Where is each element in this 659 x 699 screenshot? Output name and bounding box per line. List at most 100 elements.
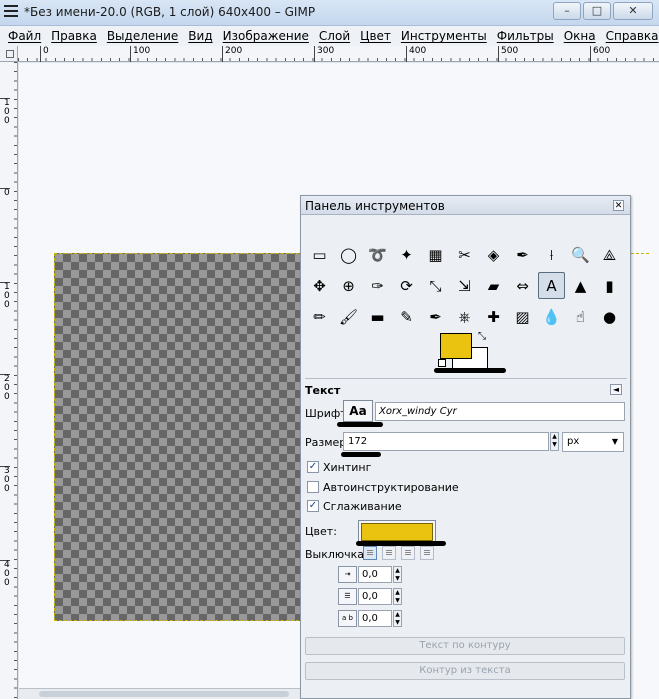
color-picker-icon[interactable]: ⟊ — [538, 241, 565, 268]
font-picker-button[interactable]: Aa — [343, 400, 373, 422]
measure-icon[interactable]: ⟁ — [596, 241, 623, 268]
scrollbar-thumb[interactable] — [39, 691, 289, 697]
window-titlebar: *Без имени-20.0 (RGB, 1 слой) 640x400 – … — [0, 0, 659, 26]
free-select-icon[interactable]: ➰ — [364, 241, 391, 268]
toolbox-panel: Панель инструментов ✕ ▭ ◯ ➰ ✦ ▦ ✂ ◈ ✒ ⟊ 🔍 ⟁ ✥ ⊕ ✑ ⟳ ⤡ ⇲ ▰… — [300, 195, 631, 699]
rotate-icon[interactable]: ⟳ — [393, 272, 420, 299]
redaction-mark — [337, 422, 383, 427]
path-from-text-button[interactable]: Контур из текста — [305, 662, 625, 680]
justify-left-button[interactable] — [363, 546, 377, 560]
menu-colors[interactable]: Цвет — [360, 26, 391, 46]
unit-value: px — [567, 436, 580, 447]
ellipse-select-icon[interactable]: ◯ — [335, 241, 362, 268]
close-button[interactable]: ✕ — [613, 2, 653, 20]
menu-file[interactable]: Файл — [8, 26, 41, 46]
swap-colors-icon[interactable]: ⤡ — [478, 331, 486, 342]
vertical-ruler[interactable]: 100 0 100 200 300 400 — [0, 62, 18, 699]
crop-icon[interactable]: ✑ — [364, 272, 391, 299]
redaction-mark — [434, 368, 506, 373]
airbrush-icon[interactable]: ✎ — [393, 303, 420, 330]
ruler-tick-label: 300 — [314, 46, 334, 62]
pencil-icon[interactable]: ✏ — [306, 303, 333, 330]
menu-help[interactable]: Справка — [606, 26, 659, 46]
justify-right-button[interactable] — [382, 546, 396, 560]
indent-icon: ⇥ — [338, 566, 357, 583]
menu-select[interactable]: Выделение — [107, 26, 178, 46]
divider — [305, 378, 627, 379]
scissors-icon[interactable]: ✂ — [451, 241, 478, 268]
letter-spacing-field[interactable]: 0,0 — [358, 610, 392, 627]
perspective-clone-icon[interactable]: ▨ — [509, 303, 536, 330]
blur-icon[interactable]: 💧 — [538, 303, 565, 330]
justify-center-button[interactable] — [401, 546, 415, 560]
menu-windows[interactable]: Окна — [564, 26, 596, 46]
foreground-select-icon[interactable]: ◈ — [480, 241, 507, 268]
antialias-checkbox[interactable]: ✓ — [307, 500, 319, 512]
size-spinner[interactable]: ▲ ▼ — [550, 432, 559, 451]
toolbox-titlebar[interactable]: Панель инструментов ✕ — [301, 196, 630, 215]
clone-icon[interactable]: ⎈ — [451, 303, 478, 330]
hinting-checkbox[interactable]: ✓ — [307, 461, 319, 473]
perspective-icon[interactable]: ▰ — [480, 272, 507, 299]
scale-icon[interactable]: ⤡ — [422, 272, 449, 299]
ruler-tick-label: 600 — [590, 46, 610, 62]
ink-icon[interactable]: ✒ — [422, 303, 449, 330]
menu-image[interactable]: Изображение — [223, 26, 309, 46]
gimp-app-icon[interactable] — [4, 5, 18, 19]
menu-edit[interactable]: Правка — [51, 26, 97, 46]
unit-select[interactable]: px ▼ — [562, 432, 624, 452]
line-spacing-icon: ☰ — [338, 588, 357, 605]
menu-filters[interactable]: Фильтры — [497, 26, 554, 46]
autohint-checkbox[interactable] — [307, 481, 319, 493]
move-icon[interactable]: ✥ — [306, 272, 333, 299]
smudge-icon[interactable]: ☝ — [567, 303, 594, 330]
indent-field[interactable]: 0,0 — [358, 566, 392, 583]
horizontal-scrollbar[interactable] — [19, 688, 300, 699]
foreground-color-swatch[interactable] — [440, 333, 472, 359]
menu-layer[interactable]: Слой — [319, 26, 350, 46]
menu-view[interactable]: Вид — [188, 26, 212, 46]
fuzzy-select-icon[interactable]: ✦ — [393, 241, 420, 268]
font-field[interactable]: Xorx_windy Cyr — [375, 402, 625, 421]
text-icon[interactable]: A — [538, 272, 565, 299]
paths-icon[interactable]: ✒ — [509, 241, 536, 268]
align-icon[interactable]: ⊕ — [335, 272, 362, 299]
horizontal-ruler[interactable]: 0 100 200 300 400 500 600 — [18, 46, 659, 62]
menu-bar: Файл Правка Выделение Вид Изображение Сл… — [0, 26, 659, 46]
line-spacing-field[interactable]: 0,0 — [358, 588, 392, 605]
options-menu-button[interactable]: ◄ — [610, 384, 622, 395]
text-color-swatch — [361, 523, 433, 541]
text-along-path-button[interactable]: Текст по контуру — [305, 637, 625, 655]
ruler-tick-label: 0 — [40, 46, 49, 62]
image-canvas-transparent[interactable] — [54, 253, 324, 621]
justify-fill-button[interactable] — [420, 546, 434, 560]
toolbox-close-button[interactable]: ✕ — [613, 200, 624, 211]
redaction-mark — [341, 452, 381, 457]
quick-mask-toggle[interactable] — [0, 46, 18, 62]
eraser-icon[interactable]: ▬ — [364, 303, 391, 330]
zoom-icon[interactable]: 🔍 — [567, 241, 594, 268]
autohint-label: Автоинструктирование — [323, 481, 459, 494]
dodge-burn-icon[interactable]: ● — [596, 303, 623, 330]
ruler-tick-label: 0 — [0, 188, 10, 198]
minimize-button[interactable]: – — [553, 2, 581, 20]
hinting-label: Хинтинг — [323, 461, 372, 474]
ruler-tick-label: 400 — [406, 46, 426, 62]
heal-icon[interactable]: ✚ — [480, 303, 507, 330]
menu-tools[interactable]: Инструменты — [401, 26, 487, 46]
select-by-color-icon[interactable]: ▦ — [422, 241, 449, 268]
chevron-down-icon: ▼ — [611, 437, 618, 446]
rect-select-icon[interactable]: ▭ — [306, 241, 333, 268]
size-field[interactable]: 172 — [343, 432, 549, 451]
indent-spinner[interactable]: ▲ ▼ — [393, 566, 402, 583]
paintbrush-icon[interactable]: 🖌 — [335, 303, 362, 330]
maximize-button[interactable]: □ — [583, 2, 611, 20]
letter-spacing-spinner[interactable]: ▲ ▼ — [393, 610, 402, 627]
bucket-fill-icon[interactable]: ▲ — [567, 272, 594, 299]
shear-icon[interactable]: ⇲ — [451, 272, 478, 299]
line-spacing-spinner[interactable]: ▲ ▼ — [393, 588, 402, 605]
blend-icon[interactable]: ▮ — [596, 272, 623, 299]
fg-bg-colors: ⤡ — [438, 331, 498, 371]
default-colors-icon[interactable] — [438, 359, 446, 367]
flip-icon[interactable]: ⇔ — [509, 272, 536, 299]
